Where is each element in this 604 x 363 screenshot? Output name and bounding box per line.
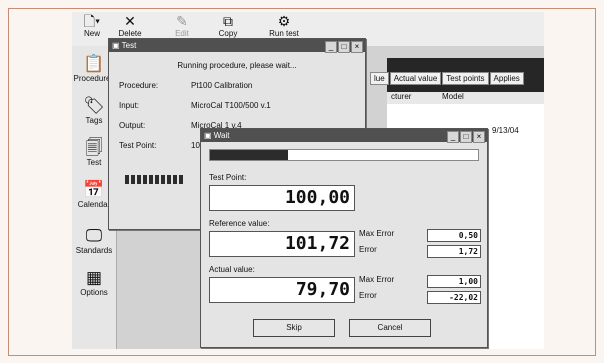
close-icon[interactable]: × [473, 131, 485, 143]
tab-strip: lue Actual value Test points Applies [370, 72, 544, 88]
wait-dialog: ▣ Wait _ □ × Test Point: 100,00 Reference … [200, 128, 488, 348]
window-icon: ▣ [204, 131, 214, 140]
options-icon: ▦ [85, 268, 103, 287]
delete-button[interactable]: ✕ Delete [110, 14, 150, 39]
ref-max-error-value: 0,50 [427, 229, 481, 242]
procedure-value: Pt100 Calibration [191, 81, 253, 90]
column-header-manufacturer[interactable]: cturer [391, 92, 411, 101]
test-point-display: 100,00 [209, 185, 355, 211]
act-max-error-label: Max Error [359, 275, 395, 284]
input-label: Input: [119, 101, 140, 110]
ref-error-value: 1,72 [427, 245, 481, 258]
act-error-value: -22,02 [427, 291, 481, 304]
tab-applies[interactable]: Applies [489, 72, 524, 85]
tab-actual-value[interactable]: Actual value [389, 72, 442, 85]
run-test-button[interactable]: ⚙ Run test [260, 14, 308, 39]
actual-value-display: 79,70 [209, 277, 355, 303]
actual-value-label: Actual value: [209, 265, 255, 274]
document-icon: 🗋▾ [83, 13, 101, 29]
new-button[interactable]: 🗋▾ New [72, 14, 112, 39]
test-point-value: 10 [191, 141, 200, 150]
maximize-icon[interactable]: □ [338, 41, 350, 53]
input-value: MicroCal T100/500 v.1 [191, 101, 271, 110]
act-max-error-value: 1,00 [427, 275, 481, 288]
close-icon[interactable]: × [351, 41, 363, 53]
wait-progress-bar [209, 149, 479, 161]
sidebar-item-options[interactable]: ▦ Options [72, 268, 116, 297]
reference-value-display: 101,72 [209, 231, 355, 257]
ref-error-label: Error [359, 245, 377, 254]
test-progress-fill [125, 175, 185, 184]
cancel-button[interactable]: Cancel [349, 319, 431, 337]
wait-dialog-titlebar: ▣ Wait _ □ × [201, 129, 487, 143]
act-error-label: Error [359, 291, 377, 300]
procedure-label: Procedure: [119, 81, 159, 90]
edit-button[interactable]: ✎ Edit [162, 14, 202, 39]
tab-test-points[interactable]: Test points [442, 72, 489, 85]
copy-button[interactable]: ⧉ Copy [208, 14, 248, 39]
maximize-icon[interactable]: □ [460, 131, 472, 143]
edit-icon: ✎ [176, 13, 188, 29]
skip-button[interactable]: Skip [253, 319, 335, 337]
copy-icon: ⧉ [223, 13, 233, 29]
reference-value-label: Reference value: [209, 219, 270, 228]
date-cell: 9/13/04 [492, 126, 519, 135]
minimize-icon[interactable]: _ [325, 41, 337, 53]
test-dialog-titlebar: ▣ Test _ □ × [109, 39, 365, 53]
sidebar-item-standards[interactable]: 🖵 Standards [72, 226, 116, 255]
column-header-model[interactable]: Model [442, 92, 464, 101]
wait-progress-fill [210, 150, 288, 160]
ref-max-error-label: Max Error [359, 229, 395, 238]
test-point-label: Test Point: [209, 173, 247, 182]
output-label: Output: [119, 121, 146, 130]
tab-reference-value[interactable]: lue [370, 72, 389, 85]
status-text: Running procedure, please wait... [177, 61, 297, 70]
run-icon: ⚙ [277, 13, 291, 29]
close-icon: ✕ [124, 13, 136, 29]
minimize-icon[interactable]: _ [447, 131, 459, 143]
test-point-label: Test Point: [119, 141, 157, 150]
window-icon: ▣ [112, 41, 122, 50]
application-window: 🗋▾ New ✕ Delete ✎ Edit ⧉ Copy ⚙ Run test… [72, 12, 544, 349]
